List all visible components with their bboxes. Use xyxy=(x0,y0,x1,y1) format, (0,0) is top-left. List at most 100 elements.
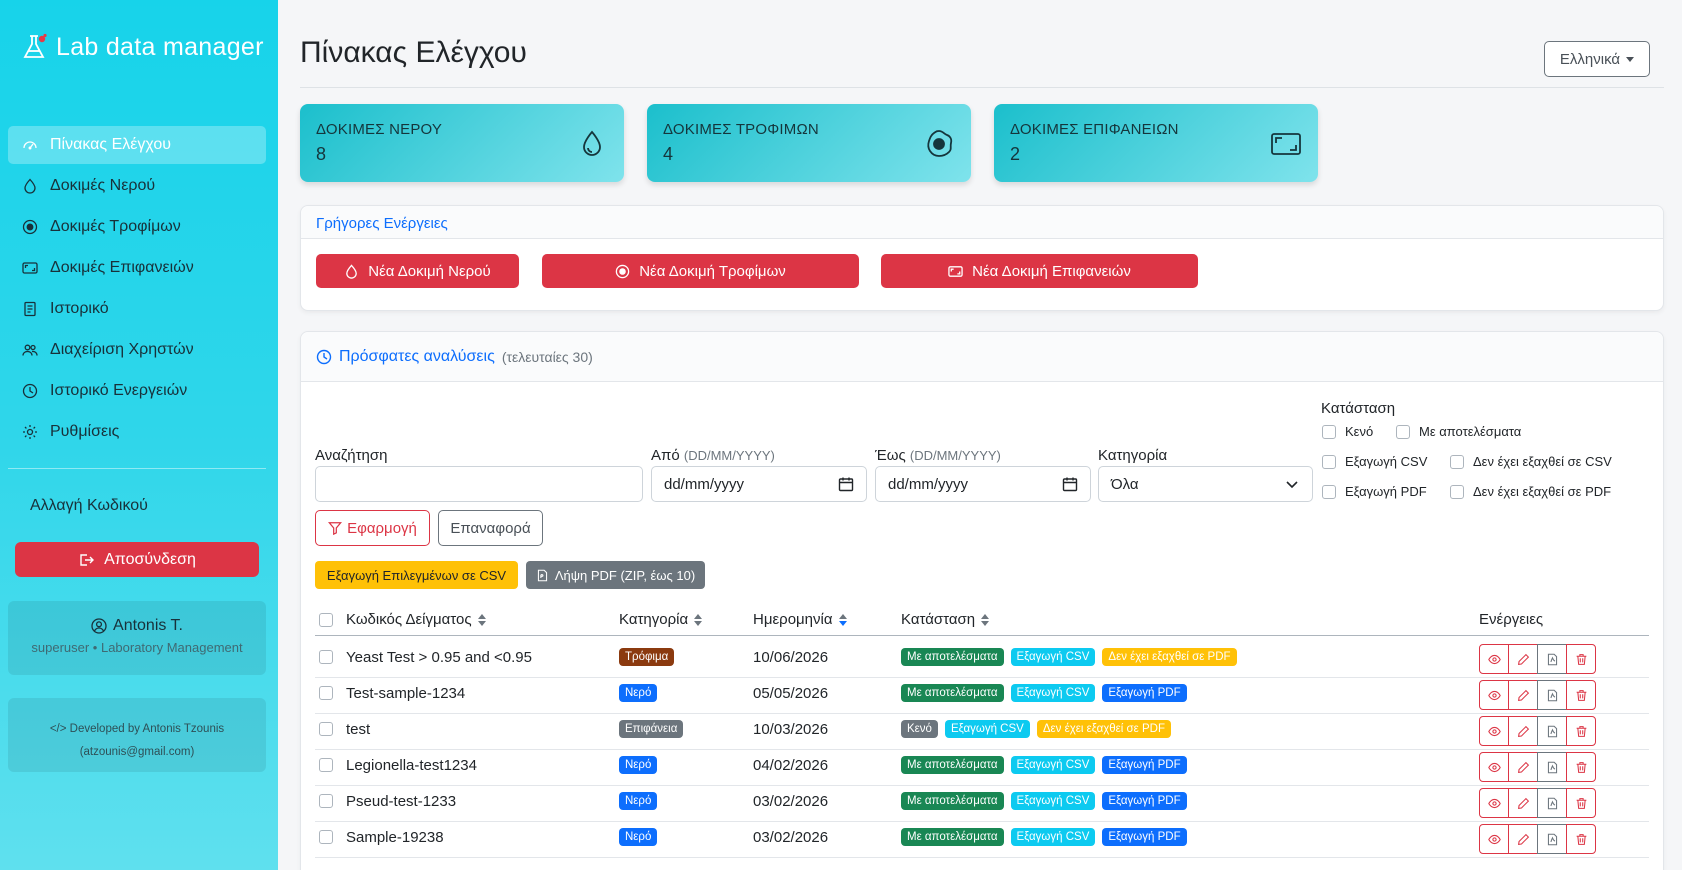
table-row[interactable]: Yeast Test > 0.95 and <0.95 Τρόφιμα 10/0… xyxy=(315,640,1649,678)
row-checkbox[interactable] xyxy=(319,712,333,746)
sidebar-item-activity-log[interactable]: Ιστορικό Ενεργειών xyxy=(8,372,266,410)
status-pdf-exported-checkbox[interactable]: Εξαγωγή PDF xyxy=(1322,484,1427,499)
sort-icon[interactable] xyxy=(981,613,990,626)
delete-button[interactable] xyxy=(1566,824,1596,854)
column-header-category[interactable]: Κατηγορία xyxy=(619,611,703,628)
stat-card-surface[interactable]: ΔΟΚΙΜΕΣ ΕΠΙΦΑΝΕΙΩΝ 2 xyxy=(994,104,1318,182)
delete-button[interactable] xyxy=(1566,716,1596,746)
new-surface-test-button[interactable]: Νέα Δοκιμή Επιφανειών xyxy=(881,254,1198,288)
status-csv-not-exported-checkbox[interactable]: Δεν έχει εξαχθεί σε CSV xyxy=(1450,454,1612,469)
pdf-button[interactable] xyxy=(1537,788,1567,818)
edit-button[interactable] xyxy=(1508,716,1538,746)
sidebar-item-food-tests[interactable]: Δοκιμές Τροφίμων xyxy=(8,208,266,246)
table-row[interactable]: test Επιφάνεια 10/03/2026 Κενό Εξαγωγή CS… xyxy=(315,712,1649,750)
view-button[interactable] xyxy=(1479,752,1509,782)
sort-icon[interactable] xyxy=(477,613,486,626)
new-water-test-button[interactable]: Νέα Δοκιμή Νερού xyxy=(316,254,519,288)
new-food-test-button[interactable]: Νέα Δοκιμή Τροφίμων xyxy=(542,254,859,288)
change-password-link[interactable]: Αλλαγή Κωδικού xyxy=(30,497,148,515)
column-header-status[interactable]: Κατάσταση xyxy=(901,611,990,628)
status-csv-exported-checkbox[interactable]: Εξαγωγή CSV xyxy=(1322,454,1427,469)
table-row[interactable]: Pseud-test-1233 Νερό 03/02/2026 Με αποτε… xyxy=(315,784,1649,822)
table-row[interactable]: Test-sample-1234 Νερό 05/05/2026 Με αποτ… xyxy=(315,676,1649,714)
file-pdf-icon xyxy=(1547,689,1557,701)
edit-button[interactable] xyxy=(1508,752,1538,782)
column-header-code[interactable]: Κωδικός Δείγματος xyxy=(346,611,486,628)
row-checkbox[interactable] xyxy=(319,676,333,710)
pdf-button[interactable] xyxy=(1537,824,1567,854)
record-circle-icon xyxy=(22,219,38,235)
row-checkbox[interactable] xyxy=(319,820,333,854)
sidebar-item-label: Πίνακας Ελέγχου xyxy=(50,136,171,153)
download-pdf-zip-button[interactable]: Λήψη PDF (ZIP, έως 10) xyxy=(526,561,705,589)
row-checkbox[interactable] xyxy=(319,748,333,782)
row-checkbox[interactable] xyxy=(319,784,333,818)
category-badge: Νερό xyxy=(619,792,658,810)
edit-button[interactable] xyxy=(1508,824,1538,854)
eye-icon xyxy=(1487,762,1501,772)
view-button[interactable] xyxy=(1479,824,1509,854)
sidebar-item-surface-tests[interactable]: Δοκιμές Επιφανειών xyxy=(8,249,266,287)
pdf-button[interactable] xyxy=(1537,644,1567,674)
export-selected-csv-button[interactable]: Εξαγωγή Επιλεγμένων σε CSV xyxy=(315,561,518,589)
from-date-input[interactable]: dd/mm/yyyy xyxy=(651,466,867,502)
stat-card-food[interactable]: ΔΟΚΙΜΕΣ ΤΡΟΦΙΜΩΝ 4 xyxy=(647,104,971,182)
sample-code[interactable]: Yeast Test > 0.95 and <0.95 xyxy=(346,640,532,674)
stat-value: 2 xyxy=(1010,144,1021,164)
reset-filter-button[interactable]: Επαναφορά xyxy=(438,510,543,546)
search-input[interactable] xyxy=(315,466,643,502)
sidebar-item-water-tests[interactable]: Δοκιμές Νερού xyxy=(8,167,266,205)
sample-date: 03/02/2026 xyxy=(753,792,829,810)
language-dropdown[interactable]: Ελληνικά xyxy=(1544,41,1650,77)
status-with-results-checkbox[interactable]: Με αποτελέσματα xyxy=(1396,424,1521,439)
sample-code[interactable]: test xyxy=(346,712,370,746)
edit-button[interactable] xyxy=(1508,644,1538,674)
status-badges: Με αποτελέσματα Εξαγωγή CSV Εξαγωγή PDF xyxy=(901,676,1194,710)
calendar-icon[interactable] xyxy=(838,476,854,492)
column-header-date[interactable]: Ημερομηνία xyxy=(753,611,847,628)
sample-code[interactable]: Pseud-test-1233 xyxy=(346,784,456,818)
sidebar-item-label: Διαχείριση Χρηστών xyxy=(50,341,194,358)
logout-button[interactable]: Αποσύνδεση xyxy=(15,542,259,577)
sidebar-item-dashboard[interactable]: Πίνακας Ελέγχου xyxy=(8,126,266,164)
recent-analyses-title: Πρόσφατες αναλύσεις xyxy=(339,347,495,365)
sidebar-item-history[interactable]: Ιστορικό xyxy=(8,290,266,328)
apply-filter-button[interactable]: Εφαρμογή xyxy=(315,510,430,546)
status-empty-checkbox[interactable]: Κενό xyxy=(1322,424,1373,439)
pdf-button[interactable] xyxy=(1537,680,1567,710)
sample-date: 10/06/2026 xyxy=(753,648,829,666)
sample-code[interactable]: Sample-19238 xyxy=(346,820,444,854)
select-all-checkbox[interactable] xyxy=(319,613,333,627)
table-row[interactable]: Legionella-test1234 Νερό 04/02/2026 Με α… xyxy=(315,748,1649,786)
calendar-icon[interactable] xyxy=(1062,476,1078,492)
row-actions xyxy=(1479,824,1596,854)
category-select[interactable]: Όλα xyxy=(1098,466,1313,502)
status-pdf-not-exported-checkbox[interactable]: Δεν έχει εξαχθεί σε PDF xyxy=(1450,484,1611,499)
edit-button[interactable] xyxy=(1508,788,1538,818)
sort-icon[interactable] xyxy=(694,613,703,626)
sidebar-item-settings[interactable]: Ρυθμίσεις xyxy=(8,413,266,451)
sidebar-item-label: Δοκιμές Τροφίμων xyxy=(50,218,181,235)
sort-desc-icon[interactable] xyxy=(838,613,847,626)
sample-code[interactable]: Test-sample-1234 xyxy=(346,676,465,710)
row-checkbox[interactable] xyxy=(319,640,333,674)
stat-card-water[interactable]: ΔΟΚΙΜΕΣ ΝΕΡΟΥ 8 xyxy=(300,104,624,182)
delete-button[interactable] xyxy=(1566,752,1596,782)
view-button[interactable] xyxy=(1479,788,1509,818)
sidebar-item-users[interactable]: Διαχείριση Χρηστών xyxy=(8,331,266,369)
delete-button[interactable] xyxy=(1566,788,1596,818)
table-row[interactable]: Sample-19238 Νερό 03/02/2026 Με αποτελέσ… xyxy=(315,820,1649,858)
sample-code[interactable]: Legionella-test1234 xyxy=(346,748,477,782)
view-button[interactable] xyxy=(1479,644,1509,674)
view-button[interactable] xyxy=(1479,716,1509,746)
view-button[interactable] xyxy=(1479,680,1509,710)
pdf-button[interactable] xyxy=(1537,716,1567,746)
to-date-input[interactable]: dd/mm/yyyy xyxy=(875,466,1091,502)
eye-icon xyxy=(1487,654,1501,664)
pdf-button[interactable] xyxy=(1537,752,1567,782)
delete-button[interactable] xyxy=(1566,680,1596,710)
edit-button[interactable] xyxy=(1508,680,1538,710)
delete-button[interactable] xyxy=(1566,644,1596,674)
eye-icon xyxy=(1487,690,1501,700)
brand[interactable]: Lab data manager xyxy=(20,32,264,62)
